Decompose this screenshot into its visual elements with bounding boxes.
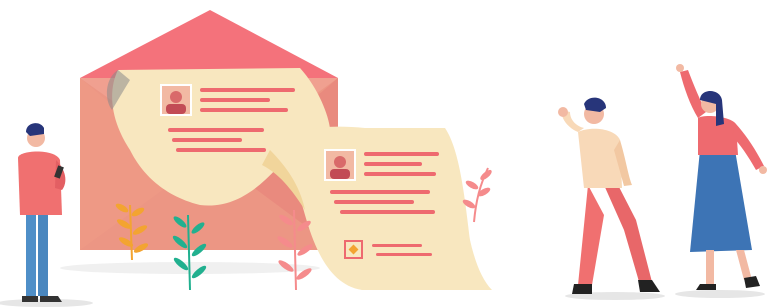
envelope-flap: [80, 10, 338, 78]
person-waving: [558, 97, 660, 294]
person-woman: [676, 64, 767, 290]
person-left: [18, 123, 66, 302]
illustration-canvas: [0, 10, 767, 307]
